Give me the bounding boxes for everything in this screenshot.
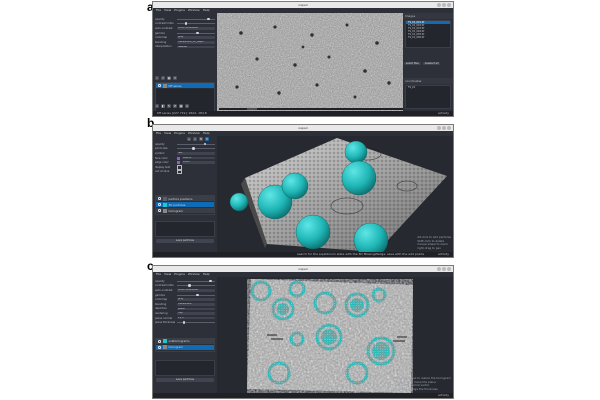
pan-zoom-icon[interactable]: ✥ [199,137,203,141]
ndisplay-icon[interactable]: ◧ [161,104,165,108]
edge-color-swatch[interactable] [177,161,180,165]
interpolation-select[interactable]: nearest [177,45,215,49]
status-bar: tiff series [227 719]: 2622, 184.8 activi… [153,111,453,116]
contrast-slider[interactable] [177,22,215,25]
micrograph-image [217,13,405,113]
new-points-icon[interactable]: • [155,76,159,81]
layer-toolbar: • ▱ ▦ ✕ [153,75,217,81]
out-of-slice-checkbox[interactable] [177,169,182,175]
particle-table [155,221,215,238]
window-title: napari [298,126,308,130]
visibility-icon[interactable] [158,346,161,349]
blending-select[interactable]: translucent [177,302,215,306]
thickness-slider[interactable] [177,321,215,324]
transpose-icon[interactable]: ⇄ [173,104,177,108]
viewer-help-overlay: Alt-click to add particles Shift-click t… [417,235,451,250]
layer-thumbnail [162,196,167,201]
layer-item[interactable]: tomogram [156,208,214,215]
layer-controls-dock: opacity contrast limits auto-contrast onc… [153,13,217,113]
visibility-icon[interactable] [158,84,161,87]
viewer-buttons: > ◧ ↻ ⇄ ▦ ⌂ [153,103,191,109]
title-bar: napari [153,2,453,8]
close-button[interactable] [447,3,451,7]
colormap-select[interactable]: gray [177,298,215,301]
canvas-viewer-3d[interactable]: Alt-click to add particles Shift-click t… [217,136,453,257]
grid-icon[interactable]: ▦ [179,104,183,108]
visibility-icon[interactable] [158,203,161,206]
close-button[interactable] [447,267,451,271]
layer-controls-dock: opacity contrast limits auto-contrast onc… [153,277,217,393]
canvas-viewer[interactable] [217,13,405,113]
layer-controls-dock: + ◇ ✥ ✕ opacity point size symbol disc face … [153,136,217,252]
roll-icon[interactable]: ↻ [167,104,171,108]
opacity-slider[interactable] [177,142,215,146]
gamma-slider[interactable] [177,31,215,35]
save-particles-button[interactable]: save particles [156,239,214,244]
title-bar: napari [153,125,453,131]
visibility-icon[interactable] [158,340,161,343]
canvas-viewer-plane[interactable]: drag the plane to reslice the tomogram s… [217,277,453,393]
particle-table [155,359,215,376]
face-color-swatch[interactable] [177,156,180,160]
select-files-button[interactable]: select files [404,62,421,66]
select-points-icon[interactable]: ◇ [193,137,197,141]
title-bar: napari [153,266,453,272]
rendering-select[interactable]: mip [177,312,215,315]
images-header: Images [403,13,453,19]
coordinates-header: coordinates [403,78,453,84]
visibility-icon[interactable] [158,197,161,200]
opacity-slider[interactable] [177,17,215,21]
delete-layer-icon[interactable]: ✕ [173,76,177,81]
maximize-button[interactable] [442,3,446,7]
minimize-button[interactable] [437,3,441,7]
home-icon[interactable]: ⌂ [185,104,189,108]
symbol-select[interactable]: disc [177,152,215,155]
layer-list: subtomograms tomogram [155,337,215,352]
console-icon[interactable]: > [155,104,159,108]
file-item[interactable]: TS_01_006.tif [406,36,450,39]
delete-points-icon[interactable]: ✕ [205,137,209,141]
minimize-button[interactable] [437,267,441,271]
coordinate-item[interactable]: TS_01 [406,86,450,89]
blending-select[interactable]: translucent_no_depth [177,40,215,44]
coordinate-list: TS_01 [405,85,451,109]
maximize-button[interactable] [442,267,446,271]
napari-window-b: napari File View Plugins Window Help + ◇ ✥… [152,124,454,258]
layer-thumbnail [162,83,167,88]
status-bar: search for the equilibrium state with th… [153,252,453,257]
layer-item[interactable]: tomogram [156,344,214,351]
colormap-select[interactable]: gray [177,36,215,39]
contrast-slider[interactable] [177,284,215,287]
opacity-slider[interactable] [177,279,215,283]
maximize-button[interactable] [442,126,446,130]
point-size-slider[interactable] [177,147,215,150]
gamma-slider[interactable] [177,293,215,297]
new-labels-icon[interactable]: ▦ [167,76,171,81]
layer-thumbnail [162,202,167,207]
close-button[interactable] [447,126,451,130]
save-particles-button[interactable]: save particles [156,377,214,382]
status-bar: activity [153,393,453,398]
window-title: napari [298,267,308,271]
add-points-icon[interactable]: + [187,137,191,141]
deselect-all-button[interactable]: deselect all [422,62,441,66]
visibility-icon[interactable] [158,209,161,212]
napari-window-a: napari File View Plugins Window Help opa… [152,1,454,117]
new-shapes-icon[interactable]: ▱ [161,76,165,81]
layer-list: particle positions 3D particles tomogram [155,195,215,216]
viewer-help-overlay: drag the plane to reslice the tomogram s… [395,376,451,391]
minimize-button[interactable] [437,126,441,130]
window-title: napari [298,3,308,7]
depiction-select[interactable]: plane [177,307,215,311]
layer-thumbnail [162,339,167,344]
layer-thumbnail [162,208,167,213]
layer-thumbnail [162,345,167,350]
image-file-list: TS_01_001.tif TS_01_002.tif TS_01_003.ti… [405,20,451,48]
napari-window-c: napari File View Plugins Window Help opa… [152,265,454,399]
file-browser-dock: Images TS_01_001.tif TS_01_002.tif TS_01… [403,13,453,115]
